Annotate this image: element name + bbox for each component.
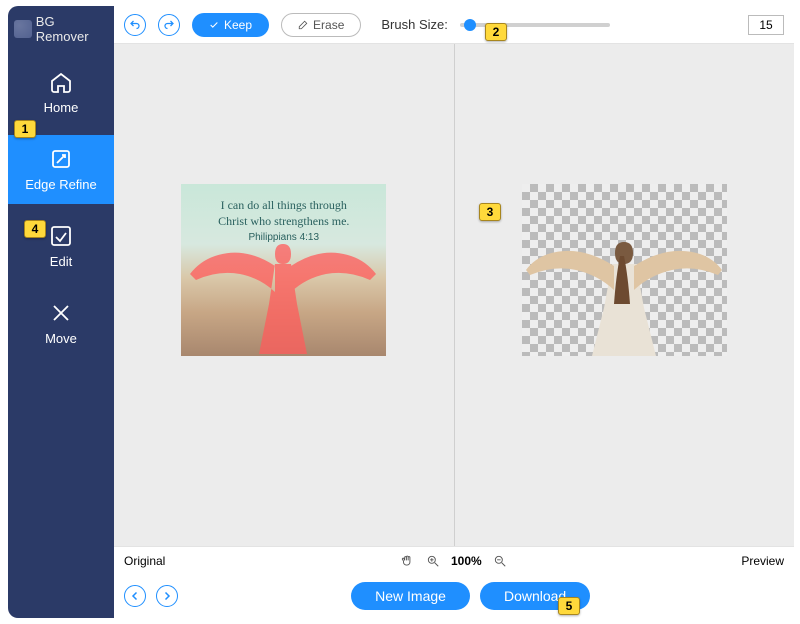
sidebar-item-label: Edit (50, 254, 72, 269)
undo-button[interactable] (124, 14, 146, 36)
brush-size-label: Brush Size: (381, 17, 447, 32)
keep-label: Keep (224, 18, 252, 32)
sidebar-item-edge-refine[interactable]: Edge Refine (8, 135, 114, 204)
prev-image-button[interactable] (124, 585, 146, 607)
person-silhouette-masked (181, 184, 386, 356)
original-label: Original (124, 554, 165, 568)
erase-button[interactable]: Erase (281, 13, 361, 37)
person-silhouette-cutout (522, 184, 727, 356)
callout-2: 2 (485, 23, 507, 41)
callout-3: 3 (479, 203, 501, 221)
pan-hand-icon[interactable] (399, 553, 415, 569)
next-image-button[interactable] (156, 585, 178, 607)
redo-button[interactable] (158, 14, 180, 36)
app-header: BG Remover (8, 6, 114, 58)
status-bar: Original 100% Preview (114, 546, 794, 574)
sidebar-item-move[interactable]: Move (8, 289, 114, 358)
zoom-out-icon[interactable] (492, 553, 508, 569)
sidebar-item-label: Move (45, 331, 77, 346)
toolbar: Keep Erase Brush Size: 15 (114, 6, 794, 44)
sidebar-item-label: Home (44, 100, 79, 115)
zoom-in-icon[interactable] (425, 553, 441, 569)
zoom-controls: 100% (399, 553, 508, 569)
edge-refine-icon (49, 147, 73, 171)
edit-icon (49, 224, 73, 248)
preview-label: Preview (741, 554, 784, 568)
sidebar-item-home[interactable]: Home (8, 58, 114, 127)
check-icon (209, 20, 219, 30)
keep-button[interactable]: Keep (192, 13, 269, 37)
preview-pane[interactable] (455, 44, 795, 546)
workspace: Keep Erase Brush Size: 15 I can do all t… (114, 6, 794, 618)
app-logo-icon (14, 20, 32, 38)
sidebar-item-label: Edge Refine (25, 177, 97, 192)
new-image-button[interactable]: New Image (351, 582, 470, 610)
zoom-value: 100% (451, 554, 482, 568)
canvas-area: I can do all things through Christ who s… (114, 44, 794, 546)
app-title: BG Remover (36, 14, 110, 44)
move-icon (49, 301, 73, 325)
erase-label: Erase (313, 18, 344, 32)
original-pane[interactable]: I can do all things through Christ who s… (114, 44, 454, 546)
erase-icon (298, 20, 308, 30)
brush-size-input[interactable]: 15 (748, 15, 784, 35)
callout-1: 1 (14, 120, 36, 138)
original-image: I can do all things through Christ who s… (181, 184, 386, 356)
footer: New Image Download (114, 574, 794, 618)
sidebar: BG Remover Home Edge Refine Edit Move (8, 6, 114, 618)
callout-5: 5 (558, 597, 580, 615)
home-icon (49, 70, 73, 94)
preview-image (522, 184, 727, 356)
callout-4: 4 (24, 220, 46, 238)
